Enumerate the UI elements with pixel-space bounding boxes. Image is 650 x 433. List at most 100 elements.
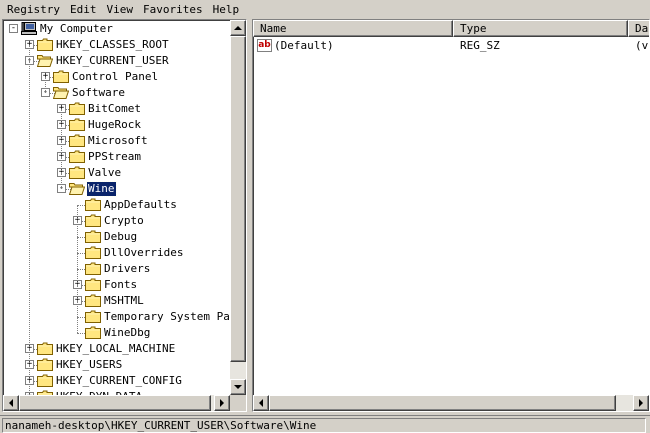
values-list-pane: Name Type Da ab (Default) REG_SZ (va bbox=[252, 19, 650, 412]
tree-node-label: Microsoft bbox=[88, 134, 148, 147]
tree-node-label: Debug bbox=[104, 230, 138, 243]
tree-scroll-right-button[interactable] bbox=[214, 395, 230, 411]
tree-node-hkey-users[interactable]: + HKEY_USERS bbox=[3, 357, 231, 373]
tree-node-control-panel[interactable]: + Control Panel bbox=[3, 69, 231, 85]
tree-node-software[interactable]: - Software bbox=[3, 85, 231, 101]
tree-connector bbox=[77, 269, 78, 285]
tree-node-hkey-current-config[interactable]: + HKEY_CURRENT_CONFIG bbox=[3, 373, 231, 389]
folder-icon bbox=[85, 198, 101, 211]
column-header-data[interactable]: Da bbox=[628, 20, 649, 37]
folder-open-icon bbox=[53, 86, 69, 99]
folder-icon bbox=[53, 70, 69, 83]
folder-icon bbox=[69, 118, 85, 131]
arrow-left-icon bbox=[9, 399, 13, 407]
tree-scroll-left-button[interactable] bbox=[3, 395, 19, 411]
tree-connector bbox=[77, 285, 78, 301]
tree-node-debug[interactable]: Debug bbox=[3, 229, 231, 245]
folder-icon bbox=[37, 358, 53, 371]
tree-node-label: HugeRock bbox=[88, 118, 141, 131]
tree-node-wine[interactable]: - Wine bbox=[3, 181, 231, 197]
list-scroll-left-button[interactable] bbox=[253, 395, 269, 411]
tree-node-label: HKEY_CLASSES_ROOT bbox=[56, 38, 169, 51]
tree-horizontal-scrollbar[interactable] bbox=[3, 395, 230, 411]
menu-registry[interactable]: Registry bbox=[2, 0, 65, 19]
column-header-type[interactable]: Type bbox=[453, 20, 628, 37]
folder-icon bbox=[85, 246, 101, 259]
tree-connector bbox=[29, 349, 30, 365]
folder-icon bbox=[85, 262, 101, 275]
tree-node-label: HKEY_CURRENT_CONFIG bbox=[56, 374, 182, 387]
tree-node-my-computer[interactable]: - My Computer bbox=[3, 21, 231, 37]
tree-connector bbox=[77, 317, 78, 333]
tree-scroll-up-button[interactable] bbox=[230, 20, 246, 36]
tree-node-label: Crypto bbox=[104, 214, 144, 227]
tree-connector bbox=[77, 205, 78, 221]
list-horizontal-scrollbar[interactable] bbox=[253, 395, 649, 411]
tree-node-label: AppDefaults bbox=[104, 198, 177, 211]
arrow-up-icon bbox=[234, 26, 242, 30]
tree-node-hugerock[interactable]: + HugeRock bbox=[3, 117, 231, 133]
arrow-left-icon bbox=[259, 399, 263, 407]
arrow-down-icon bbox=[234, 385, 242, 389]
tree-connector bbox=[61, 125, 62, 141]
tree-node-label: DllOverrides bbox=[104, 246, 184, 259]
tree-node-fonts[interactable]: + Fonts bbox=[3, 277, 231, 293]
tree-scroll-corner bbox=[230, 395, 246, 411]
arrow-right-icon bbox=[639, 399, 643, 407]
folder-icon bbox=[69, 134, 85, 147]
value-name: (Default) bbox=[274, 39, 334, 52]
registry-tree: - My Computer + HKEY_CLASSES_ROOT - HKEY_CURR… bbox=[3, 20, 231, 396]
folder-icon bbox=[37, 342, 53, 355]
menu-view[interactable]: View bbox=[101, 0, 138, 19]
tree-connector bbox=[29, 45, 30, 61]
tree-node-label: Drivers bbox=[104, 262, 151, 275]
tree-node-dlloverrides[interactable]: DllOverrides bbox=[3, 245, 231, 261]
tree-scroll-down-button[interactable] bbox=[230, 379, 246, 395]
tree-node-crypto[interactable]: + Crypto bbox=[3, 213, 231, 229]
tree-hscroll-thumb[interactable] bbox=[19, 395, 211, 411]
tree-connector bbox=[61, 141, 62, 157]
folder-icon bbox=[37, 38, 53, 51]
folder-icon bbox=[37, 374, 53, 387]
tree-node-drivers[interactable]: Drivers bbox=[3, 261, 231, 277]
tree-vertical-scrollbar[interactable] bbox=[230, 20, 246, 395]
tree-scroll-thumb[interactable] bbox=[230, 36, 246, 362]
menu-edit[interactable]: Edit bbox=[65, 0, 102, 19]
tree-node-valve[interactable]: + Valve bbox=[3, 165, 231, 181]
folder-icon bbox=[69, 102, 85, 115]
tree-node-appdefaults[interactable]: AppDefaults bbox=[3, 197, 231, 213]
folder-icon bbox=[85, 230, 101, 243]
folder-open-icon bbox=[37, 54, 53, 67]
tree-node-label: Valve bbox=[88, 166, 122, 179]
folder-icon bbox=[69, 166, 85, 179]
tree-node-temporary-system-param[interactable]: Temporary System Param bbox=[3, 309, 231, 325]
menu-favorites[interactable]: Favorites bbox=[138, 0, 208, 19]
tree-node-winedbg[interactable]: WineDbg bbox=[3, 325, 231, 341]
tree-node-label: BitComet bbox=[88, 102, 141, 115]
tree-node-hkey-current-user[interactable]: - HKEY_CURRENT_USER bbox=[3, 53, 231, 69]
menu-help[interactable]: Help bbox=[208, 0, 245, 19]
tree-connector bbox=[61, 157, 62, 173]
list-row[interactable]: ab (Default) REG_SZ (va bbox=[253, 38, 649, 54]
tree-node-hkey-classes-root[interactable]: + HKEY_CLASSES_ROOT bbox=[3, 37, 231, 53]
list-hscroll-thumb[interactable] bbox=[269, 395, 616, 411]
column-header-name[interactable]: Name bbox=[253, 20, 453, 37]
tree-node-microsoft[interactable]: + Microsoft bbox=[3, 133, 231, 149]
tree-connector bbox=[29, 381, 30, 396]
tree-node-label: WineDbg bbox=[104, 326, 151, 339]
tree-node-hkey-local-machine[interactable]: + HKEY_LOCAL_MACHINE bbox=[3, 341, 231, 357]
tree-node-mshtml[interactable]: + MSHTML bbox=[3, 293, 231, 309]
folder-icon bbox=[85, 310, 101, 323]
tree-node-ppstream[interactable]: + PPStream bbox=[3, 149, 231, 165]
list-scroll-right-button[interactable] bbox=[633, 395, 649, 411]
tree-node-label: Software bbox=[72, 86, 125, 99]
tree-connector bbox=[61, 173, 62, 189]
folder-open-icon bbox=[69, 182, 85, 195]
tree-node-label: Fonts bbox=[104, 278, 138, 291]
string-value-icon: ab bbox=[257, 39, 272, 52]
folder-icon bbox=[85, 214, 101, 227]
tree-node-label: HKEY_LOCAL_MACHINE bbox=[56, 342, 176, 355]
tree-connector bbox=[61, 109, 62, 125]
tree-node-bitcomet[interactable]: + BitComet bbox=[3, 101, 231, 117]
collapse-icon[interactable]: - bbox=[9, 24, 18, 33]
